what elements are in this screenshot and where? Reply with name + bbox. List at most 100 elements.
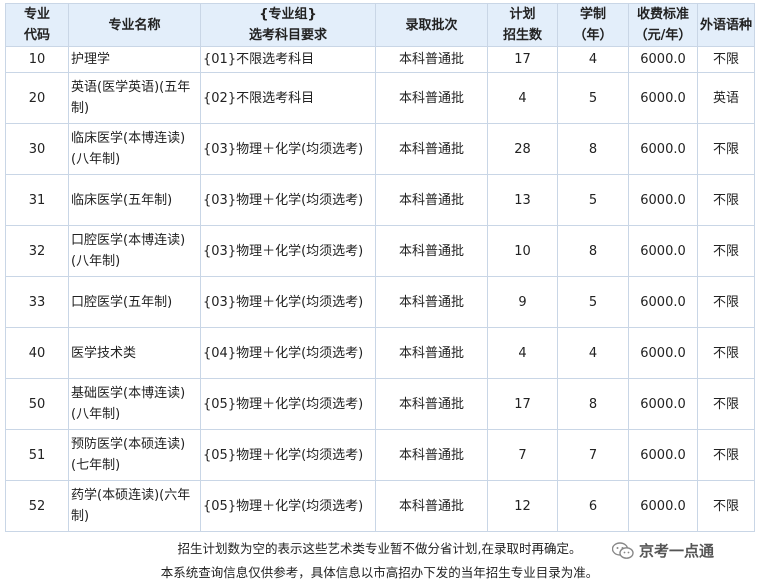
cell-language: 不限 bbox=[697, 429, 755, 481]
table-row: 50 基础医学(本博连读)(八年制) {05}物理＋化学(均须选考) 本科普通批 17 8… bbox=[5, 378, 755, 430]
column-header-line: 录取批次 bbox=[405, 17, 458, 33]
cell-language: 不限 bbox=[697, 480, 755, 532]
cell-language: 不限 bbox=[697, 276, 755, 328]
cell-language: 不限 bbox=[697, 174, 755, 226]
cell-major-name: 药学(本硕连读)(六年制) bbox=[68, 480, 201, 532]
cell-fee: 6000.0 bbox=[628, 429, 698, 481]
table-row: 33 口腔医学(五年制) {03}物理＋化学(均须选考) 本科普通批 9 5 6000.0 不… bbox=[5, 276, 755, 328]
cell-years: 5 bbox=[557, 276, 629, 328]
column-header: 收费标准 （元/年） bbox=[628, 3, 698, 47]
column-header-line: 学制 bbox=[579, 7, 606, 22]
cell-batch: 本科普通批 bbox=[375, 276, 488, 328]
cell-code: 31 bbox=[5, 174, 69, 226]
cell-fee: 6000.0 bbox=[628, 327, 698, 379]
cell-fee: 6000.0 bbox=[628, 480, 698, 532]
column-header: {专业组} 选考科目要求 bbox=[200, 3, 376, 47]
cell-fee: 6000.0 bbox=[628, 46, 698, 73]
column-header: 学制 （年） bbox=[557, 3, 629, 47]
cell-language: 不限 bbox=[697, 123, 755, 175]
table-row: 30 临床医学(本博连读)(八年制) {03}物理＋化学(均须选考) 本科普通批 28 8… bbox=[5, 123, 755, 175]
cell-subject-group: {03}物理＋化学(均须选考) bbox=[200, 174, 376, 226]
cell-years: 8 bbox=[557, 123, 629, 175]
cell-years: 8 bbox=[557, 378, 629, 430]
cell-batch: 本科普通批 bbox=[375, 429, 488, 481]
cell-batch: 本科普通批 bbox=[375, 225, 488, 277]
cell-fee: 6000.0 bbox=[628, 276, 698, 328]
table-row: 32 口腔医学(本博连读)(八年制) {03}物理＋化学(均须选考) 本科普通批 10 8… bbox=[5, 225, 755, 277]
note-line-2: 本系统查询信息仅供参考，具体信息以市高招办下发的当年招生专业目录为准。 bbox=[160, 565, 599, 580]
column-header-line: 计划 bbox=[509, 7, 536, 22]
cell-language: 不限 bbox=[697, 378, 755, 430]
cell-code: 40 bbox=[5, 327, 69, 379]
cell-batch: 本科普通批 bbox=[375, 378, 488, 430]
table-row: 51 预防医学(本硕连读)(七年制) {05}物理＋化学(均须选考) 本科普通批 7 7 6… bbox=[5, 429, 755, 481]
cell-plan: 12 bbox=[487, 480, 558, 532]
cell-subject-group: {05}物理＋化学(均须选考) bbox=[200, 480, 376, 532]
admission-plan-table: 专业 代码 专业名称 {专业组} 选考科目要求 录取批次 计划招生数 学制 （年） 收费标准 （元/… bbox=[5, 3, 755, 532]
column-header-line: 外语语种 bbox=[700, 17, 753, 33]
cell-code: 30 bbox=[5, 123, 69, 175]
table-row: 52 药学(本硕连读)(六年制) {05}物理＋化学(均须选考) 本科普通批 12 6 60… bbox=[5, 480, 755, 532]
column-header-line: 收费标准 bbox=[636, 7, 689, 22]
cell-code: 32 bbox=[5, 225, 69, 277]
table-row: 10 护理学 {01}不限选考科目 本科普通批 17 4 6000.0 不限 bbox=[5, 46, 755, 73]
table-row: 31 临床医学(五年制) {03}物理＋化学(均须选考) 本科普通批 13 5 6000.0… bbox=[5, 174, 755, 226]
cell-plan: 4 bbox=[487, 327, 558, 379]
cell-plan: 7 bbox=[487, 429, 558, 481]
cell-years: 8 bbox=[557, 225, 629, 277]
column-header: 专业 代码 bbox=[5, 3, 69, 47]
cell-years: 5 bbox=[557, 174, 629, 226]
cell-subject-group: {05}物理＋化学(均须选考) bbox=[200, 378, 376, 430]
cell-batch: 本科普通批 bbox=[375, 174, 488, 226]
cell-major-name: 英语(医学英语)(五年制) bbox=[68, 72, 201, 124]
cell-fee: 6000.0 bbox=[628, 123, 698, 175]
cell-language: 不限 bbox=[697, 327, 755, 379]
wechat-icon bbox=[612, 541, 634, 559]
table-row: 40 医学技术类 {04}物理＋化学(均须选考) 本科普通批 4 4 6000.0 不限 bbox=[5, 327, 755, 379]
column-header-line: （元/年） bbox=[634, 28, 692, 43]
cell-major-name: 基础医学(本博连读)(八年制) bbox=[68, 378, 201, 430]
cell-plan: 17 bbox=[487, 378, 558, 430]
column-header-line: 专业名称 bbox=[108, 17, 161, 33]
cell-years: 4 bbox=[557, 46, 629, 73]
table-header-row: 专业 代码 专业名称 {专业组} 选考科目要求 录取批次 计划招生数 学制 （年） 收费标准 （元/… bbox=[5, 3, 755, 47]
cell-fee: 6000.0 bbox=[628, 174, 698, 226]
cell-batch: 本科普通批 bbox=[375, 480, 488, 532]
cell-batch: 本科普通批 bbox=[375, 72, 488, 124]
column-header-line: 招生数 bbox=[502, 28, 542, 43]
cell-code: 20 bbox=[5, 72, 69, 124]
table-body: 10 护理学 {01}不限选考科目 本科普通批 17 4 6000.0 不限 20 英语(医学英语… bbox=[5, 46, 755, 532]
cell-plan: 4 bbox=[487, 72, 558, 124]
column-header: 计划 招生数 bbox=[487, 3, 558, 47]
column-header-line: （年） bbox=[573, 28, 613, 43]
cell-years: 6 bbox=[557, 480, 629, 532]
cell-years: 5 bbox=[557, 72, 629, 124]
cell-plan: 13 bbox=[487, 174, 558, 226]
cell-code: 51 bbox=[5, 429, 69, 481]
column-header: 外语语种 bbox=[697, 3, 755, 47]
cell-code: 10 bbox=[5, 46, 69, 73]
cell-years: 7 bbox=[557, 429, 629, 481]
cell-major-name: 口腔医学(本博连读)(八年制) bbox=[68, 225, 201, 277]
cell-plan: 28 bbox=[487, 123, 558, 175]
cell-major-name: 护理学 bbox=[68, 46, 201, 73]
cell-subject-group: {03}物理＋化学(均须选考) bbox=[200, 276, 376, 328]
watermark-logo: 京考一点通 bbox=[612, 540, 714, 561]
cell-code: 50 bbox=[5, 378, 69, 430]
table-row: 20 英语(医学英语)(五年制) {02}不限选考科目 本科普通批 4 5 6000.0 英语 bbox=[5, 72, 755, 124]
cell-plan: 9 bbox=[487, 276, 558, 328]
cell-subject-group: {05}物理＋化学(均须选考) bbox=[200, 429, 376, 481]
column-header-line: 专业 bbox=[23, 7, 50, 22]
cell-subject-group: {03}物理＋化学(均须选考) bbox=[200, 123, 376, 175]
cell-major-name: 预防医学(本硕连读)(七年制) bbox=[68, 429, 201, 481]
cell-subject-group: {02}不限选考科目 bbox=[200, 72, 376, 124]
column-header: 专业名称 bbox=[68, 3, 201, 47]
cell-plan: 10 bbox=[487, 225, 558, 277]
column-header-line: {专业组} bbox=[259, 7, 317, 22]
cell-major-name: 临床医学(本博连读)(八年制) bbox=[68, 123, 201, 175]
cell-major-name: 临床医学(五年制) bbox=[68, 174, 201, 226]
admission-page: 专业 代码 专业名称 {专业组} 选考科目要求 录取批次 计划招生数 学制 （年） 收费标准 （元/… bbox=[0, 0, 759, 586]
cell-language: 不限 bbox=[697, 46, 755, 73]
cell-plan: 17 bbox=[487, 46, 558, 73]
cell-subject-group: {01}不限选考科目 bbox=[200, 46, 376, 73]
